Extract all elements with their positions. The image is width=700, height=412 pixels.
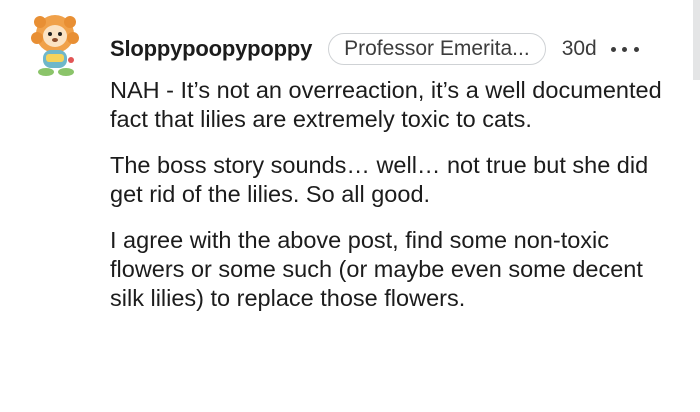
- comment: Sloppypoopypoppy Professor Emerita... 30…: [0, 0, 700, 412]
- comment-paragraph: I agree with the above post, find some n…: [110, 227, 643, 311]
- scrollbar[interactable]: [693, 0, 700, 80]
- timestamp[interactable]: 30d: [562, 37, 597, 61]
- comment-paragraph: The boss story sounds… well… not true bu…: [110, 152, 649, 207]
- more-options-button[interactable]: [610, 39, 639, 59]
- comment-paragraph: NAH - It’s not an overreaction, it’s a w…: [110, 77, 662, 132]
- ellipsis-icon: [610, 46, 616, 52]
- username-link[interactable]: Sloppypoopypoppy: [110, 36, 312, 62]
- user-flair: Professor Emerita...: [328, 33, 546, 65]
- user-avatar[interactable]: [26, 10, 84, 80]
- ellipsis-icon: [633, 46, 639, 52]
- ellipsis-icon: [622, 46, 628, 52]
- snoo-avatar-icon: [31, 15, 79, 76]
- comment-header: Sloppypoopypoppy Professor Emerita... 30…: [110, 32, 639, 66]
- comment-body: NAH - It’s not an overreaction, it’s a w…: [110, 76, 680, 330]
